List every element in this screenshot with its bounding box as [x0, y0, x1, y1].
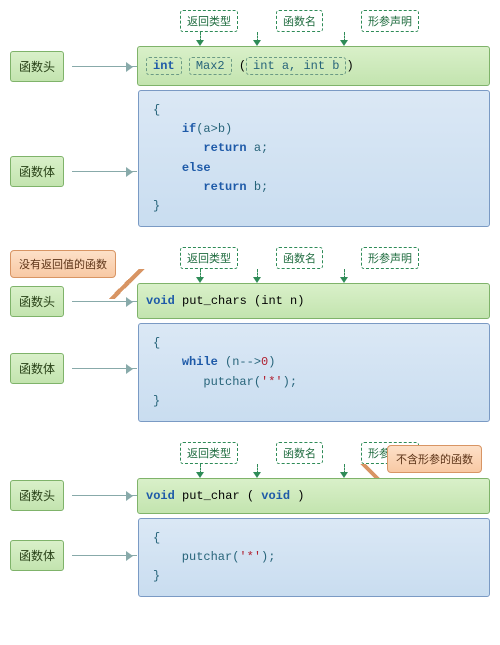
- paren-close: ): [290, 489, 304, 503]
- connector-arrow: [72, 368, 137, 369]
- function-header: void put_chars (int n): [137, 283, 490, 319]
- function-header: void put_char ( void ): [137, 478, 490, 514]
- function-header: int Max2 (int a, int b): [137, 46, 490, 86]
- label-return-type: 返回类型: [180, 10, 238, 32]
- label-func-name: 函数名: [276, 442, 323, 464]
- connector-arrow: [72, 66, 137, 67]
- connector-arrow: [72, 171, 137, 172]
- callout-no-param: 不含形参的函数: [387, 445, 482, 473]
- label-param-decl: 形参声明: [361, 247, 419, 269]
- header-row: 函数头 void put_char ( void ): [10, 478, 490, 514]
- example-put-char: 不含形参的函数 返回类型 函数名 形参声明 函数头 void put_char …: [10, 442, 490, 598]
- paren-open: (: [247, 489, 261, 503]
- tag-header: 函数头: [10, 286, 64, 317]
- function-body: { putchar('*'); }: [138, 518, 490, 598]
- function-name: put_char: [175, 489, 247, 503]
- label-return-type: 返回类型: [180, 442, 238, 464]
- header-row: 函数头 int Max2 (int a, int b): [10, 46, 490, 86]
- header-row: 函数头 void put_chars (int n): [10, 283, 490, 319]
- function-name: Max2: [189, 57, 232, 75]
- param-list: int a, int b: [246, 57, 346, 75]
- return-type: int: [146, 57, 182, 75]
- return-type: void: [146, 489, 175, 503]
- return-type: void: [146, 294, 175, 308]
- function-name: put_chars: [175, 294, 254, 308]
- label-param-decl: 形参声明: [361, 10, 419, 32]
- connector-arrow: [72, 301, 137, 302]
- tag-header: 函数头: [10, 51, 64, 82]
- label-func-name: 函数名: [276, 247, 323, 269]
- example-put-chars: 没有返回值的函数 返回类型 函数名 形参声明 函数头 void put_char…: [10, 247, 490, 422]
- connector-arrow: [72, 555, 137, 556]
- function-body: { if(a>b) return a; else return b; }: [138, 90, 490, 227]
- paren-close: ): [297, 294, 304, 308]
- example-max2: 返回类型 函数名 形参声明 函数头 int Max2 (int a, int b…: [10, 10, 490, 227]
- tag-body: 函数体: [10, 353, 64, 384]
- param-void: void: [261, 489, 290, 503]
- tag-body: 函数体: [10, 156, 64, 187]
- tag-body: 函数体: [10, 540, 64, 571]
- label-func-name: 函数名: [276, 10, 323, 32]
- annotation-row: 返回类型 函数名 形参声明: [10, 10, 490, 32]
- connector-arrow: [72, 495, 137, 496]
- function-body: { while (n-->0) putchar('*'); }: [138, 323, 490, 422]
- label-return-type: 返回类型: [180, 247, 238, 269]
- paren-open: (: [239, 59, 246, 73]
- tag-header: 函数头: [10, 480, 64, 511]
- param-list: int n: [261, 294, 297, 308]
- paren-close: ): [346, 59, 353, 73]
- callout-no-return: 没有返回值的函数: [10, 250, 116, 278]
